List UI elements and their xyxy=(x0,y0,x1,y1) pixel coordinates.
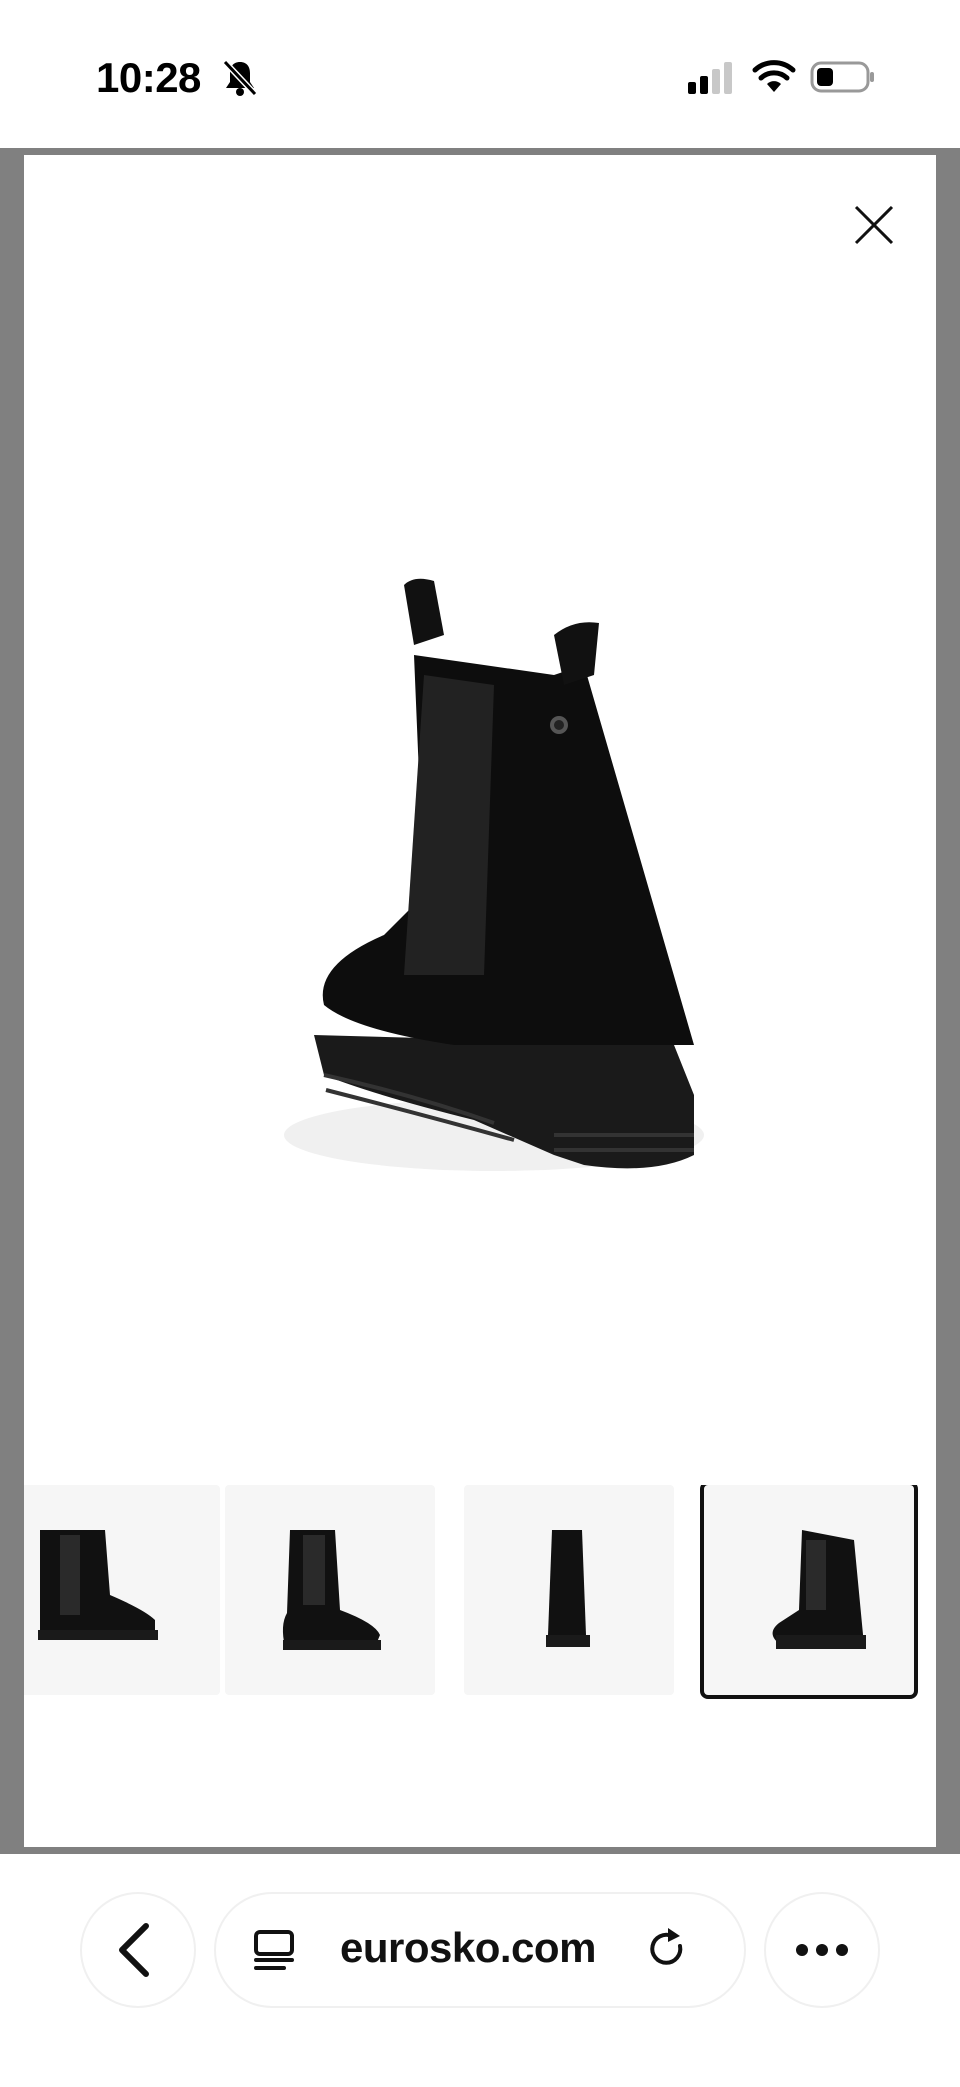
tabs-icon xyxy=(254,1930,294,1970)
product-main-image[interactable] xyxy=(254,575,714,1315)
address-bar[interactable]: eurosko.com xyxy=(216,1894,744,2006)
back-button[interactable] xyxy=(82,1894,194,2006)
boot-back-angle-image xyxy=(772,1530,866,1649)
wifi-icon xyxy=(752,60,796,92)
url-text: eurosko.com xyxy=(340,1924,596,1971)
browser-toolbar: eurosko.com xyxy=(0,1854,960,2087)
more-button[interactable] xyxy=(766,1894,878,2006)
boot-angle-image xyxy=(282,1530,381,1650)
thumbnail-3[interactable] xyxy=(464,1485,674,1695)
chevron-left-icon xyxy=(119,1923,149,1977)
bell-slash-icon xyxy=(222,59,258,97)
close-icon[interactable] xyxy=(844,195,904,255)
image-gallery-modal xyxy=(24,155,936,1847)
more-icon xyxy=(796,1944,848,1956)
thumbnail-strip xyxy=(24,1485,936,1705)
reload-icon[interactable] xyxy=(642,1924,692,1974)
boot-front-image xyxy=(546,1530,590,1647)
status-time: 10:28 xyxy=(96,54,201,101)
thumbnail-2[interactable] xyxy=(225,1485,435,1695)
thumbnail-1[interactable] xyxy=(24,1485,220,1695)
cellular-signal-icon xyxy=(688,62,732,94)
thumbnail-4[interactable] xyxy=(700,1485,918,1699)
battery-icon xyxy=(810,61,874,93)
status-bar: 10:28 xyxy=(0,0,960,150)
boot-side-image xyxy=(38,1530,158,1640)
